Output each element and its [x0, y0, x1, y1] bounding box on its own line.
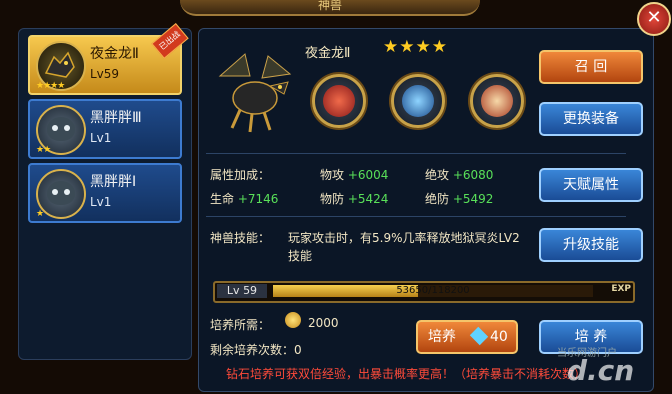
- pet-name: 黑胖胖Ⅰ: [90, 174, 137, 190]
- pet-card-3[interactable]: 黑胖胖Ⅰ Lv1 ★: [28, 163, 182, 223]
- diamond-icon: [469, 326, 489, 346]
- pet-name: 黑胖胖Ⅲ: [90, 110, 142, 126]
- pet-card-1[interactable]: 夜金龙Ⅱ Lv59 ★★★★ 已出战: [28, 23, 189, 95]
- monster-face-icon: [47, 181, 75, 205]
- equip-slot-gauntlet[interactable]: [312, 74, 366, 128]
- gem-train-label: 培养: [428, 329, 456, 345]
- talent-attributes-button[interactable]: 天赋属性: [539, 168, 643, 202]
- stats-bonus-label: 属性加成：: [210, 168, 271, 182]
- upgrade-skill-button[interactable]: 升级技能: [539, 228, 643, 262]
- change-equipment-button[interactable]: 更换装备: [539, 102, 643, 136]
- pet-name: 夜金龙Ⅱ: [90, 46, 139, 62]
- gauntlet-icon: [323, 85, 355, 117]
- dragon-portrait-icon: [218, 53, 292, 133]
- train-cost-value: 2000: [308, 316, 339, 330]
- window-title: 神兽: [317, 0, 342, 12]
- remaining-train-count: 剩余培养次数：0: [210, 343, 302, 357]
- stat-patk: 物攻 +6004: [320, 168, 389, 182]
- exp-tag: EXP: [611, 284, 631, 294]
- exp-bar: Lv 59 53650/118200 EXP: [213, 281, 635, 303]
- recall-button[interactable]: 召 回: [539, 50, 643, 84]
- title-ornament: 神兽: [180, 0, 480, 16]
- pet-level: Lv59: [90, 67, 120, 81]
- divider: [206, 153, 626, 154]
- pet-stars: ★★★★: [36, 81, 65, 91]
- divider: [206, 216, 626, 217]
- detail-stars: ★★★★: [383, 37, 448, 57]
- stat-abs-def: 绝防 +5492: [425, 192, 494, 206]
- stat-pdef: 物防 +5424: [320, 192, 389, 206]
- claw-icon: [402, 85, 434, 117]
- equip-slot-amulet[interactable]: [470, 74, 524, 128]
- pet-level: Lv1: [90, 131, 112, 145]
- stat-hp: 生命 +7146: [210, 192, 279, 206]
- equip-slot-claw[interactable]: [391, 74, 445, 128]
- exp-level: Lv 59: [217, 284, 267, 298]
- pet-avatar: [36, 169, 86, 219]
- exp-track: 53650/118200: [273, 285, 593, 297]
- skill-label: 神兽技能：: [210, 231, 271, 245]
- detail-pet-name: 夜金龙Ⅱ: [305, 46, 351, 61]
- gem-train-button[interactable]: 培养 40: [416, 320, 518, 354]
- train-cost-label: 培养所需：: [210, 318, 271, 332]
- skill-description: 玩家攻击时，有5.9%几率释放地狱冥炎LV2技能: [288, 231, 520, 263]
- gem-cost: 40: [490, 329, 508, 345]
- pet-stars: ★★: [36, 145, 51, 155]
- exp-text: 53650/118200: [396, 285, 470, 296]
- window-frame: 神兽 夜金龙Ⅱ Lv59 ★★★★ 已出战 黑胖胖Ⅲ Lv1 ★★ 黑胖胖Ⅰ L…: [0, 0, 672, 394]
- pet-stars: ★: [36, 209, 44, 219]
- amulet-icon: [481, 85, 513, 117]
- monster-face-icon: [47, 117, 75, 141]
- watermark: 当乐网游门户 d.cn: [557, 348, 635, 387]
- stat-abs-atk: 绝攻 +6080: [425, 168, 494, 182]
- pet-card-2[interactable]: 黑胖胖Ⅲ Lv1 ★★: [28, 99, 182, 159]
- coin-icon: [285, 312, 301, 328]
- pet-level: Lv1: [90, 195, 112, 209]
- train-tip: 钻石培养可获双倍经验，出暴击概率更高！（培养暴击不消耗次数）: [226, 367, 587, 381]
- close-button[interactable]: ✕: [637, 2, 671, 36]
